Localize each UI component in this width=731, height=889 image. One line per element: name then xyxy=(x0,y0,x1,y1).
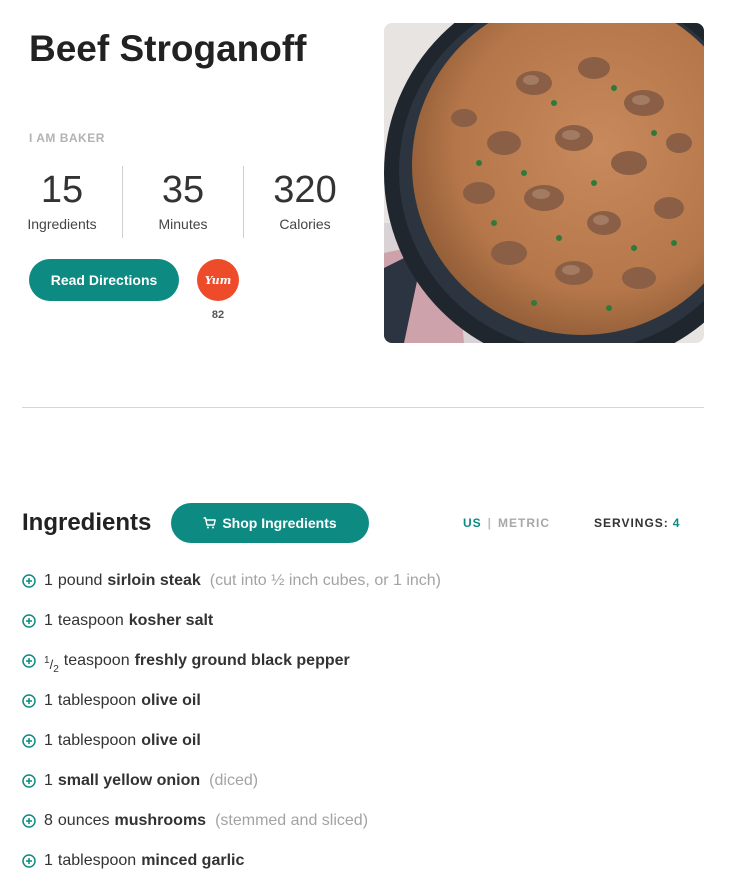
ingredient-note: (diced) xyxy=(209,772,259,789)
unit-us-option[interactable]: US xyxy=(463,516,482,530)
ingredient-unit: teaspoon xyxy=(63,652,130,669)
recipe-author[interactable]: I AM BAKER xyxy=(29,131,105,145)
add-circle-icon[interactable] xyxy=(22,734,36,748)
ingredient-item: 1 tablespoon olive oil xyxy=(22,688,712,728)
recipe-photo xyxy=(384,23,704,343)
read-directions-button[interactable]: Read Directions xyxy=(29,259,179,301)
shop-ingredients-button[interactable]: Shop Ingredients xyxy=(171,503,369,543)
recipe-stats: 15 Ingredients 35 Minutes 320 Calories xyxy=(0,166,365,238)
ingredient-name: olive oil xyxy=(141,692,201,709)
ingredient-unit: tablespoon xyxy=(57,852,137,869)
stat-calories-label: Calories xyxy=(279,216,331,232)
yum-logo-text: Yum xyxy=(204,273,232,287)
stat-minutes-value: 35 xyxy=(161,169,205,211)
stat-ingredients-label: Ingredients xyxy=(27,216,97,232)
ingredient-unit: ounces xyxy=(57,812,110,829)
ingredient-name: mushrooms xyxy=(114,812,207,829)
ingredient-unit: tablespoon xyxy=(57,732,137,749)
stat-ingredients: 15 Ingredients xyxy=(2,166,122,232)
add-circle-icon[interactable] xyxy=(22,854,36,868)
yum-button[interactable]: Yum xyxy=(197,259,239,301)
yum-count: 82 xyxy=(211,309,225,321)
cart-icon xyxy=(203,517,217,529)
ingredient-qty: 8 xyxy=(44,812,53,829)
ingredients-heading: Ingredients xyxy=(22,509,152,536)
ingredient-note: (cut into ½ inch cubes, or 1 inch) xyxy=(209,572,442,589)
ingredient-name: small yellow onion xyxy=(57,772,201,789)
ingredient-name: minced garlic xyxy=(141,852,245,869)
ingredient-list: 1 pound sirloin steak (cut into ½ inch c… xyxy=(22,568,712,888)
unit-toggle: US | METRIC xyxy=(463,516,550,530)
stat-minutes: 35 Minutes xyxy=(123,166,243,232)
servings-label: SERVINGS: xyxy=(594,516,669,530)
add-circle-icon[interactable] xyxy=(22,654,36,668)
stat-ingredients-value: 15 xyxy=(40,169,84,211)
add-circle-icon[interactable] xyxy=(22,694,36,708)
unit-separator: | xyxy=(487,516,493,530)
stat-divider xyxy=(243,166,244,238)
ingredient-item: 1 teaspoon kosher salt xyxy=(22,608,712,648)
ingredient-item: 1/2 teaspoon freshly ground black pepper xyxy=(22,648,712,688)
ingredient-qty: 1 xyxy=(44,772,53,789)
ingredient-unit: pound xyxy=(57,572,103,589)
fraction-denominator: 2 xyxy=(53,664,59,675)
ingredient-qty: 1 xyxy=(44,692,53,709)
ingredient-qty: 1 xyxy=(44,852,53,869)
ingredient-item: 1 tablespoon minced garlic xyxy=(22,848,712,888)
ingredient-name: freshly ground black pepper xyxy=(134,652,350,669)
stroganoff-skillet-image xyxy=(384,23,704,343)
ingredient-name: kosher salt xyxy=(128,612,214,629)
ingredient-name: olive oil xyxy=(141,732,201,749)
recipe-title: Beef Stroganoff xyxy=(29,28,307,69)
add-circle-icon[interactable] xyxy=(22,774,36,788)
servings-value[interactable]: 4 xyxy=(673,516,681,530)
ingredient-qty: 1 xyxy=(44,732,53,749)
ingredient-item: 8 ounces mushrooms (stemmed and sliced) xyxy=(22,808,712,848)
stat-calories: 320 Calories xyxy=(245,166,365,232)
section-divider xyxy=(22,407,704,408)
ingredient-name: sirloin steak xyxy=(107,572,201,589)
ingredient-note: (stemmed and sliced) xyxy=(215,812,369,829)
ingredient-item: 1 tablespoon olive oil xyxy=(22,728,712,768)
ingredient-item: 1 small yellow onion (diced) xyxy=(22,768,712,808)
ingredient-item: 1 pound sirloin steak (cut into ½ inch c… xyxy=(22,568,712,608)
add-circle-icon[interactable] xyxy=(22,814,36,828)
unit-metric-option[interactable]: METRIC xyxy=(498,516,550,530)
ingredient-unit: teaspoon xyxy=(57,612,124,629)
stat-calories-value: 320 xyxy=(273,169,337,211)
ingredient-unit: tablespoon xyxy=(57,692,137,709)
ingredient-qty: 1 xyxy=(44,612,53,629)
ingredient-qty: 1 xyxy=(44,572,53,589)
ingredient-qty-fraction: 1/2 xyxy=(44,648,59,683)
stat-minutes-label: Minutes xyxy=(158,216,208,232)
servings-control: SERVINGS: 4 xyxy=(594,516,680,530)
shop-ingredients-label: Shop Ingredients xyxy=(222,515,337,531)
add-circle-icon[interactable] xyxy=(22,574,36,588)
add-circle-icon[interactable] xyxy=(22,614,36,628)
